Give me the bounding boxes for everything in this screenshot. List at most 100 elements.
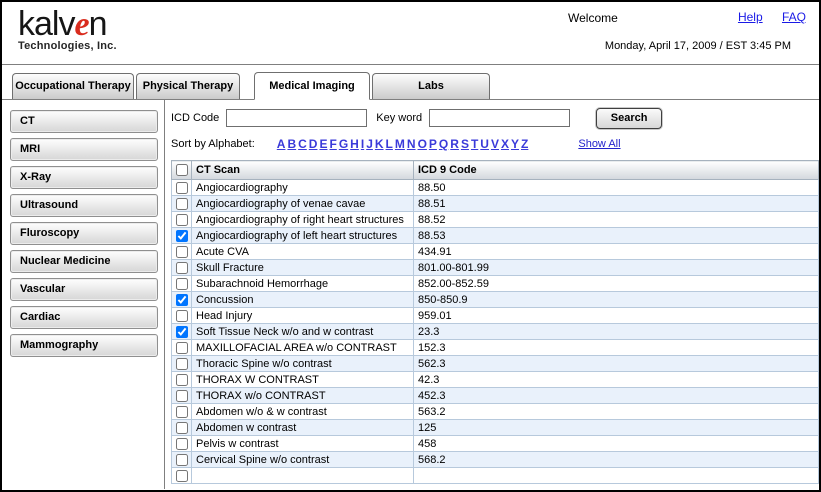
alphabet-link-O[interactable]: O — [418, 137, 427, 151]
alphabet-link-Y[interactable]: Y — [511, 137, 519, 151]
sidebar-item-nuclear-medicine[interactable]: Nuclear Medicine — [10, 250, 158, 273]
alphabet-link-F[interactable]: F — [329, 137, 336, 151]
select-all-checkbox[interactable] — [176, 164, 188, 176]
icd9-code-cell: 152.3 — [414, 340, 819, 356]
row-checkbox[interactable] — [176, 470, 188, 482]
row-checkbox[interactable] — [176, 326, 188, 338]
row-checkbox-cell — [172, 180, 192, 196]
table-row: Cervical Spine w/o contrast568.2 — [172, 452, 819, 468]
alphabet-link-J[interactable]: J — [366, 137, 373, 151]
row-checkbox[interactable] — [176, 374, 188, 386]
search-row: ICD Code Key word Search — [171, 108, 819, 128]
alphabet-link-I[interactable]: I — [361, 137, 364, 151]
icd9-code-cell: 42.3 — [414, 372, 819, 388]
help-link[interactable]: Help — [738, 10, 763, 24]
icd9-code-cell: 88.51 — [414, 196, 819, 212]
alphabet-link-M[interactable]: M — [395, 137, 405, 151]
row-checkbox[interactable] — [176, 230, 188, 242]
row-checkbox[interactable] — [176, 214, 188, 226]
tab-occupational-therapy[interactable]: Occupational Therapy — [12, 73, 134, 99]
alphabet-link-R[interactable]: R — [450, 137, 459, 151]
ct-scan-name-cell: Soft Tissue Neck w/o and w contrast — [192, 324, 414, 340]
alphabet-link-V[interactable]: V — [491, 137, 499, 151]
row-checkbox-cell — [172, 420, 192, 436]
ct-scan-name-cell: Subarachnoid Hemorrhage — [192, 276, 414, 292]
row-checkbox[interactable] — [176, 342, 188, 354]
sidebar-item-mri[interactable]: MRI — [10, 138, 158, 161]
tab-medical-imaging[interactable]: Medical Imaging — [254, 72, 370, 100]
alphabet-link-C[interactable]: C — [298, 137, 307, 151]
alphabet-link-Z[interactable]: Z — [521, 137, 528, 151]
row-checkbox[interactable] — [176, 198, 188, 210]
icd9-code-cell: 801.00-801.99 — [414, 260, 819, 276]
table-row: Abdomen w contrast125 — [172, 420, 819, 436]
select-all-cell — [172, 161, 192, 180]
row-checkbox[interactable] — [176, 310, 188, 322]
icd9-code-cell: 125 — [414, 420, 819, 436]
alphabet-link-G[interactable]: G — [339, 137, 348, 151]
row-checkbox[interactable] — [176, 406, 188, 418]
ct-scan-name-cell: THORAX w/o CONTRAST — [192, 388, 414, 404]
row-checkbox[interactable] — [176, 358, 188, 370]
alphabet-link-X[interactable]: X — [501, 137, 509, 151]
ct-scan-name-cell: MAXILLOFACIAL AREA w/o CONTRAST — [192, 340, 414, 356]
main-panel: ICD Code Key word Search Sort by Alphabe… — [165, 100, 819, 489]
table-row: Acute CVA434.91 — [172, 244, 819, 260]
alphabet-link-H[interactable]: H — [350, 137, 359, 151]
alphabet-link-P[interactable]: P — [429, 137, 437, 151]
icd9-code-cell: 88.52 — [414, 212, 819, 228]
row-checkbox-cell — [172, 260, 192, 276]
ct-scan-name-cell: Angiocardiography of left heart structur… — [192, 228, 414, 244]
faq-link[interactable]: FAQ — [782, 10, 806, 24]
row-checkbox[interactable] — [176, 438, 188, 450]
icd9-code-cell: 458 — [414, 436, 819, 452]
sidebar-item-vascular[interactable]: Vascular — [10, 278, 158, 301]
row-checkbox[interactable] — [176, 182, 188, 194]
logo-accent-letter: e — [74, 6, 88, 43]
alphabet-link-L[interactable]: L — [386, 137, 393, 151]
search-button[interactable]: Search — [596, 108, 662, 129]
ct-scan-name-cell: THORAX W CONTRAST — [192, 372, 414, 388]
show-all-link[interactable]: Show All — [578, 138, 620, 150]
row-checkbox[interactable] — [176, 422, 188, 434]
alphabet-link-Q[interactable]: Q — [439, 137, 448, 151]
row-checkbox[interactable] — [176, 262, 188, 274]
alphabet-link-B[interactable]: B — [287, 137, 296, 151]
sidebar-item-ultrasound[interactable]: Ultrasound — [10, 194, 158, 217]
row-checkbox[interactable] — [176, 390, 188, 402]
sidebar-item-x-ray[interactable]: X-Ray — [10, 166, 158, 189]
icd9-code-cell: 563.2 — [414, 404, 819, 420]
alphabet-link-N[interactable]: N — [407, 137, 416, 151]
sidebar-item-ct[interactable]: CT — [10, 110, 158, 133]
alphabet-link-S[interactable]: S — [461, 137, 469, 151]
row-checkbox-cell — [172, 292, 192, 308]
alphabet-link-A[interactable]: A — [277, 137, 286, 151]
alphabet-link-D[interactable]: D — [309, 137, 318, 151]
row-checkbox[interactable] — [176, 246, 188, 258]
row-checkbox[interactable] — [176, 294, 188, 306]
sidebar-item-fluroscopy[interactable]: Fluroscopy — [10, 222, 158, 245]
alphabet-link-K[interactable]: K — [375, 137, 384, 151]
table-row: Thoracic Spine w/o contrast562.3 — [172, 356, 819, 372]
tab-labs[interactable]: Labs — [372, 73, 490, 99]
ct-scan-name-cell: Abdomen w/o & w contrast — [192, 404, 414, 420]
alphabet-link-E[interactable]: E — [319, 137, 327, 151]
sidebar-item-mammography[interactable]: Mammography — [10, 334, 158, 357]
ct-scan-name-cell: Angiocardiography of right heart structu… — [192, 212, 414, 228]
table-body: Angiocardiography88.50Angiocardiography … — [172, 180, 819, 484]
ct-scan-name-cell: Pelvis w contrast — [192, 436, 414, 452]
row-checkbox[interactable] — [176, 454, 188, 466]
tab-physical-therapy[interactable]: Physical Therapy — [136, 73, 240, 99]
ct-scan-name-cell — [192, 468, 414, 484]
icd-code-input[interactable] — [226, 109, 367, 127]
sidebar-item-cardiac[interactable]: Cardiac — [10, 306, 158, 329]
row-checkbox-cell — [172, 356, 192, 372]
row-checkbox[interactable] — [176, 278, 188, 290]
logo-wordmark: kalven — [18, 6, 117, 43]
keyword-input[interactable] — [429, 109, 570, 127]
alphabet-link-T[interactable]: T — [471, 137, 478, 151]
company-logo: kalven Technologies, Inc. — [18, 6, 117, 52]
app-window: kalven Technologies, Inc. Welcome Help F… — [0, 0, 821, 492]
ct-scan-name-cell: Acute CVA — [192, 244, 414, 260]
alphabet-link-U[interactable]: U — [480, 137, 489, 151]
